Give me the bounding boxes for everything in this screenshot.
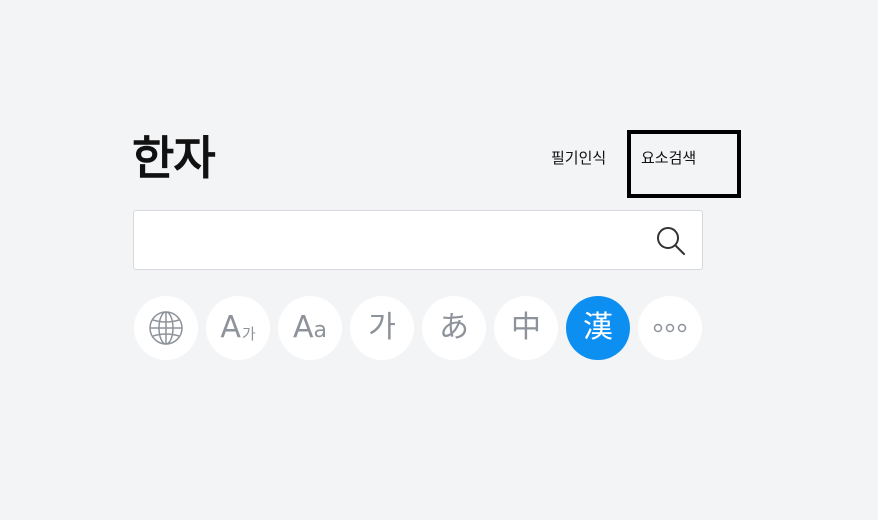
- dict-japanese-button[interactable]: あ: [422, 296, 486, 360]
- dict-chinese-button[interactable]: 中: [494, 296, 558, 360]
- dict-english-korean-glyph-small: 가: [241, 324, 256, 343]
- dict-hanja-button[interactable]: 漢: [566, 296, 630, 360]
- dict-english-korean-glyph: A: [220, 310, 241, 345]
- dict-english-glyph: A: [292, 310, 314, 345]
- dict-all-button[interactable]: [134, 296, 198, 360]
- dict-japanese-glyph: あ: [439, 310, 469, 345]
- search-button[interactable]: [656, 226, 686, 256]
- dict-english-glyph-small: a: [313, 318, 327, 343]
- search-box: [133, 210, 703, 270]
- handwriting-recognition-link[interactable]: 필기인식: [551, 148, 606, 168]
- dict-hanja-glyph: 漢: [583, 310, 613, 345]
- more-icon: [653, 323, 687, 333]
- dict-korean-glyph: 가: [368, 310, 396, 345]
- dict-english-button[interactable]: Aa: [278, 296, 342, 360]
- page-title: 한자: [132, 131, 216, 185]
- dict-english-korean-button[interactable]: A가: [206, 296, 270, 360]
- search-icon: [657, 227, 685, 255]
- dict-korean-button[interactable]: 가: [350, 296, 414, 360]
- dict-chinese-glyph: 中: [511, 310, 541, 345]
- radical-search-link[interactable]: 요소검색: [641, 148, 696, 168]
- search-input[interactable]: [134, 211, 634, 269]
- dict-english-glyph-wrap: Aa: [293, 313, 327, 343]
- more-dictionaries-button[interactable]: [638, 296, 702, 360]
- page: 한자 필기인식 요소검색 A가 Aa 가 あ 中 漢: [0, 0, 878, 520]
- globe-icon: [149, 311, 183, 345]
